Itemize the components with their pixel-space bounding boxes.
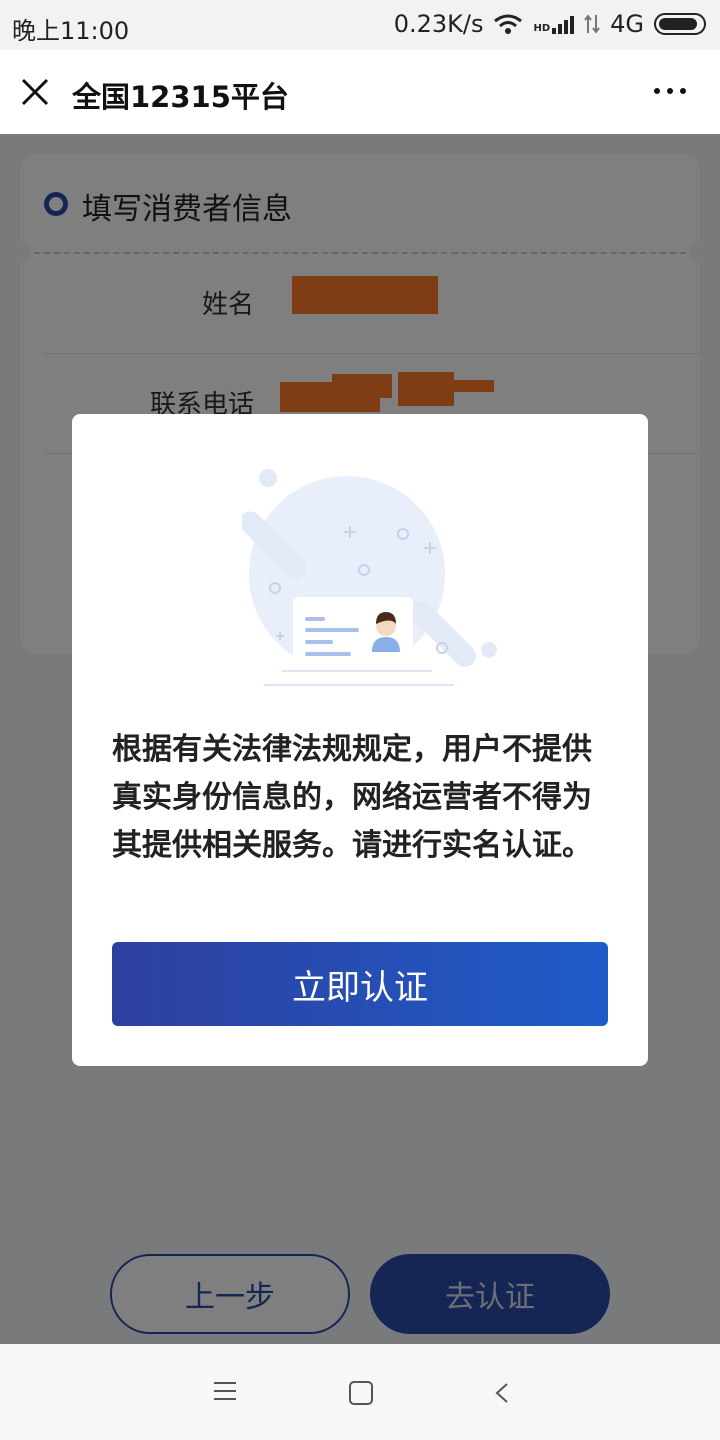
status-time: 晚上11:00 — [12, 17, 130, 45]
network-type: 4G — [610, 10, 644, 38]
net-speed: 0.23K/s — [393, 10, 484, 38]
system-nav-bar — [0, 1344, 720, 1440]
verify-now-button[interactable]: 立即认证 — [112, 942, 608, 1026]
title-bar: 全国12315平台 — [0, 50, 720, 134]
back-icon[interactable] — [491, 1382, 513, 1404]
home-icon[interactable] — [349, 1381, 373, 1405]
status-icons: 0.23K/s HD 4G — [394, 10, 706, 38]
status-bar: 晚上11:00 0.23K/s HD 4G — [0, 0, 720, 50]
verification-message: 根据有关法律法规规定，用户不提供真实身份信息的，网络运营者不得为其提供相关服务。… — [112, 732, 592, 863]
battery-icon — [654, 13, 706, 35]
menu-icon[interactable] — [214, 1382, 236, 1400]
verification-dialog: 根据有关法律法规规定，用户不提供真实身份信息的，网络运营者不得为其提供相关服务。… — [72, 414, 648, 1066]
more-icon[interactable] — [654, 88, 686, 94]
wifi-icon — [494, 14, 523, 34]
signal-icon: HD — [533, 14, 575, 34]
data-arrows-icon — [584, 14, 600, 34]
hd-label: HD — [533, 23, 551, 34]
id-card-illustration — [242, 469, 497, 686]
page-title: 全国12315平台 — [72, 80, 289, 114]
close-icon[interactable] — [20, 77, 50, 107]
